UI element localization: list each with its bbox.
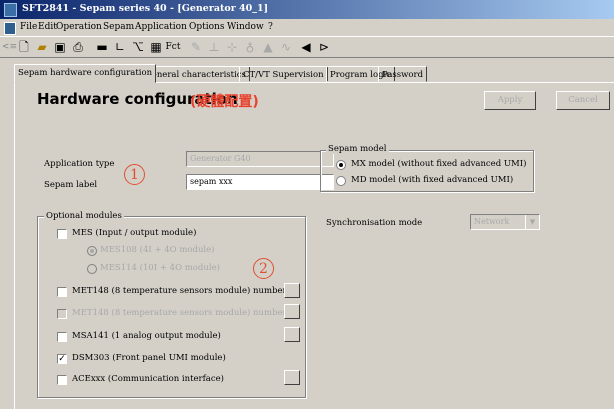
chevron-down-icon: ▼ [525,215,539,229]
title-bar: SFT2841 - Sepam series 40 - [Generator 4… [0,0,614,19]
met148-2-settings-button[interactable] [284,304,300,319]
apply-button[interactable]: Apply [484,91,536,110]
acexxx-checkbox[interactable] [57,375,67,385]
sync-mode-value: Network [474,217,510,226]
app-icon [4,3,17,17]
dsm303-label: DSM303 (Front panel UMI module) [72,353,226,363]
menu-edit[interactable]: Edit [38,22,57,32]
mx-model-label: MX model (without fixed advanced UMI) [351,159,527,169]
annotation-marker-1: 1 [124,164,145,185]
arrow-right-icon[interactable]: ⊳ [316,40,332,55]
menu-operation[interactable]: Operation [56,22,102,32]
calculator-icon[interactable]: ▦ [148,40,164,55]
sepam-model-title: Sepam model [326,144,389,154]
md-model-radio[interactable] [336,176,346,186]
page-title-annotation: (硬體配置) [190,94,259,110]
mes114-radio [87,264,97,274]
menu-sepam[interactable]: Sepam [103,22,134,32]
fct-icon[interactable]: Fct [164,40,182,55]
menu-help[interactable]: ? [268,22,273,32]
parameter-icon: ⊥ [208,40,220,54]
menu-file[interactable]: File [20,22,37,32]
menu-application[interactable]: Application [135,22,187,32]
print-icon[interactable]: ⎙ [70,40,86,55]
window-title: SFT2841 - Sepam series 40 - [Generator 4… [22,3,269,14]
mx-model-radio[interactable] [336,160,346,170]
tab-password[interactable]: Password [378,66,428,82]
open-folder-icon[interactable]: ▰ [34,40,50,55]
chart-icon[interactable]: ∟ [112,40,128,55]
connect-icon[interactable]: ⌥ [130,40,146,55]
cancel-button[interactable]: Cancel [556,91,610,110]
sepam-label-label: Sepam label [44,180,98,190]
toolbar-grip: <≡ [2,42,18,52]
triangle-icon: ▲ [263,40,273,54]
mes-checkbox[interactable] [57,229,67,239]
menu-options[interactable]: Options [189,22,224,32]
waveform-icon: ∿ [280,40,292,54]
annotation-marker-2: 2 [253,258,274,279]
save-icon[interactable]: ▣ [52,40,68,55]
arrow-left-icon[interactable]: ◀ [298,40,314,55]
met148-1-settings-button[interactable] [284,283,300,298]
msa141-label: MSA141 (1 analog output module) [72,331,221,341]
tab-ctvt-supervision[interactable]: CT/VT Supervision [239,66,328,82]
md-model-label: MD model (with fixed advanced UMI) [351,175,514,185]
optional-modules-group [37,216,306,398]
scope-icon: ♁ [245,40,255,54]
document-icon[interactable] [4,22,16,35]
menu-bar: File Edit Operation Sepam Application Op… [0,19,614,36]
application-type-label: Application type [44,159,115,169]
met148-1-checkbox[interactable] [57,287,67,297]
msa141-checkbox[interactable] [57,332,67,342]
new-file-icon[interactable]: 🗋 [16,40,32,55]
tab-hardware-configuration[interactable]: Sepam hardware configuration [14,64,157,83]
toolbar: <≡ 🗋 ▰ ▣ ⎙ ▬ ∟ ⌥ ▦ Fct ✎ ⊥ ⊹ ♁ ▲ ∿ ◀ ⊳ [0,36,614,58]
msa141-settings-button[interactable] [284,327,300,342]
sepam-model-group [320,150,534,192]
mes108-radio [87,246,97,256]
acexxx-settings-button[interactable] [284,370,300,385]
sync-mode-label: Synchronisation mode [326,218,423,228]
monitor-icon[interactable]: ▬ [94,40,110,55]
acexxx-label: ACExxx (Communication interface) [72,374,224,384]
tab-general-characteristics[interactable]: General characteristics [141,66,250,82]
met148-2-label: MET148 (8 temperature sensors module) nu… [72,308,295,318]
mes114-label: MES114 (10I + 4O module) [100,263,220,273]
wrench-icon: ✎ [190,40,202,54]
sepam-label-input[interactable]: sepam xxx [186,174,334,190]
met148-2-checkbox [57,309,67,319]
met148-1-label: MET148 (8 temperature sensors module) nu… [72,286,295,296]
mes108-label: MES108 (4I + 4O module) [100,245,215,255]
menu-window[interactable]: Window [227,22,264,32]
mes-label: MES (Input / output module) [72,228,197,238]
sync-mode-select: Network ▼ [470,214,540,230]
parameter2-icon: ⊹ [226,40,238,54]
dsm303-checkbox[interactable]: ✓ [57,354,67,364]
application-type-field: Generator G40 [186,151,334,167]
optional-modules-title: Optional modules [44,211,124,221]
